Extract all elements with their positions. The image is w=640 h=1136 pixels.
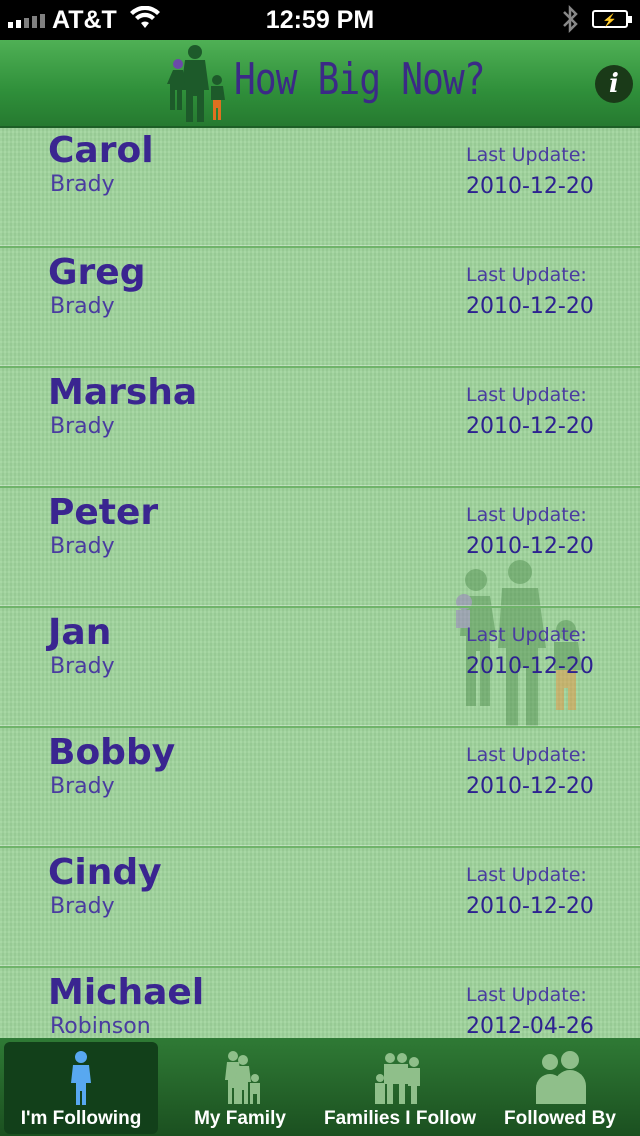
app-title: How Big Now? xyxy=(234,54,486,105)
last-update-date: 2010-12-20 xyxy=(466,294,594,319)
last-update-label: Last Update: xyxy=(466,624,587,646)
person-first-name: Michael xyxy=(48,972,205,1013)
person-last-name: Brady xyxy=(50,774,115,799)
person-first-name: Bobby xyxy=(48,732,176,773)
list-item[interactable]: Bobby Brady Last Update: 2010-12-20 xyxy=(0,728,640,848)
last-update-date: 2012-04-26 xyxy=(466,1014,594,1038)
last-update-date: 2010-12-20 xyxy=(466,534,594,559)
tab-followed-by[interactable]: Followed By xyxy=(480,1042,640,1134)
person-last-name: Brady xyxy=(50,654,115,679)
last-update-label: Last Update: xyxy=(466,144,587,166)
last-update-date: 2010-12-20 xyxy=(466,654,594,679)
tab-label: I'm Following xyxy=(20,1108,142,1129)
list-item[interactable]: Peter Brady Last Update: 2010-12-20 xyxy=(0,488,640,608)
person-last-name: Brady xyxy=(50,294,115,319)
person-first-name: Carol xyxy=(48,130,154,171)
last-update-date: 2010-12-20 xyxy=(466,894,594,919)
last-update-date: 2010-12-20 xyxy=(466,414,594,439)
info-button[interactable]: i xyxy=(595,65,633,103)
person-last-name: Brady xyxy=(50,894,115,919)
list-item[interactable]: Michael Robinson Last Update: 2012-04-26 xyxy=(0,968,640,1038)
status-time: 12:59 PM xyxy=(265,6,375,34)
list-item[interactable]: Marsha Brady Last Update: 2010-12-20 xyxy=(0,368,640,488)
bluetooth-icon xyxy=(560,4,580,41)
battery-icon: ⚡ xyxy=(592,10,632,28)
last-update-date: 2010-12-20 xyxy=(466,174,594,199)
tab-im-following[interactable]: I'm Following xyxy=(4,1042,158,1134)
person-first-name: Cindy xyxy=(48,852,162,893)
person-first-name: Peter xyxy=(48,492,159,533)
following-list[interactable]: Carol Brady Last Update: 2010-12-20 Greg… xyxy=(0,128,640,1038)
family-icon xyxy=(225,1051,260,1104)
person-last-name: Brady xyxy=(50,534,115,559)
person-last-name: Robinson xyxy=(50,1014,151,1038)
tab-label: Families I Follow xyxy=(323,1108,477,1129)
last-update-label: Last Update: xyxy=(466,864,587,886)
person-last-name: Brady xyxy=(50,172,115,197)
group-icon xyxy=(375,1053,420,1104)
list-item[interactable]: Greg Brady Last Update: 2010-12-20 xyxy=(0,248,640,368)
child-icon xyxy=(71,1051,91,1105)
tab-bar: I'm Following My Family Families I Follo… xyxy=(0,1038,640,1136)
list-item[interactable]: Cindy Brady Last Update: 2010-12-20 xyxy=(0,848,640,968)
nav-bar: How Big Now? i xyxy=(0,40,640,128)
last-update-label: Last Update: xyxy=(466,264,587,286)
last-update-label: Last Update: xyxy=(466,744,587,766)
person-last-name: Brady xyxy=(50,414,115,439)
tab-label: My Family xyxy=(194,1108,286,1129)
last-update-date: 2010-12-20 xyxy=(466,774,594,799)
tab-my-family[interactable]: My Family xyxy=(160,1042,320,1134)
list-item[interactable]: Carol Brady Last Update: 2010-12-20 xyxy=(0,128,640,248)
person-first-name: Greg xyxy=(48,252,146,293)
person-first-name: Jan xyxy=(48,612,112,653)
last-update-label: Last Update: xyxy=(466,984,587,1006)
status-bar: AT&T 12:59 PM ⚡ xyxy=(0,0,640,40)
person-first-name: Marsha xyxy=(48,372,198,413)
list-item[interactable]: Jan Brady Last Update: 2010-12-20 xyxy=(0,608,640,728)
tab-label: Followed By xyxy=(504,1108,616,1129)
last-update-label: Last Update: xyxy=(466,384,587,406)
last-update-label: Last Update: xyxy=(466,504,587,526)
followers-icon xyxy=(536,1051,586,1104)
tab-families-i-follow[interactable]: Families I Follow xyxy=(320,1042,480,1134)
